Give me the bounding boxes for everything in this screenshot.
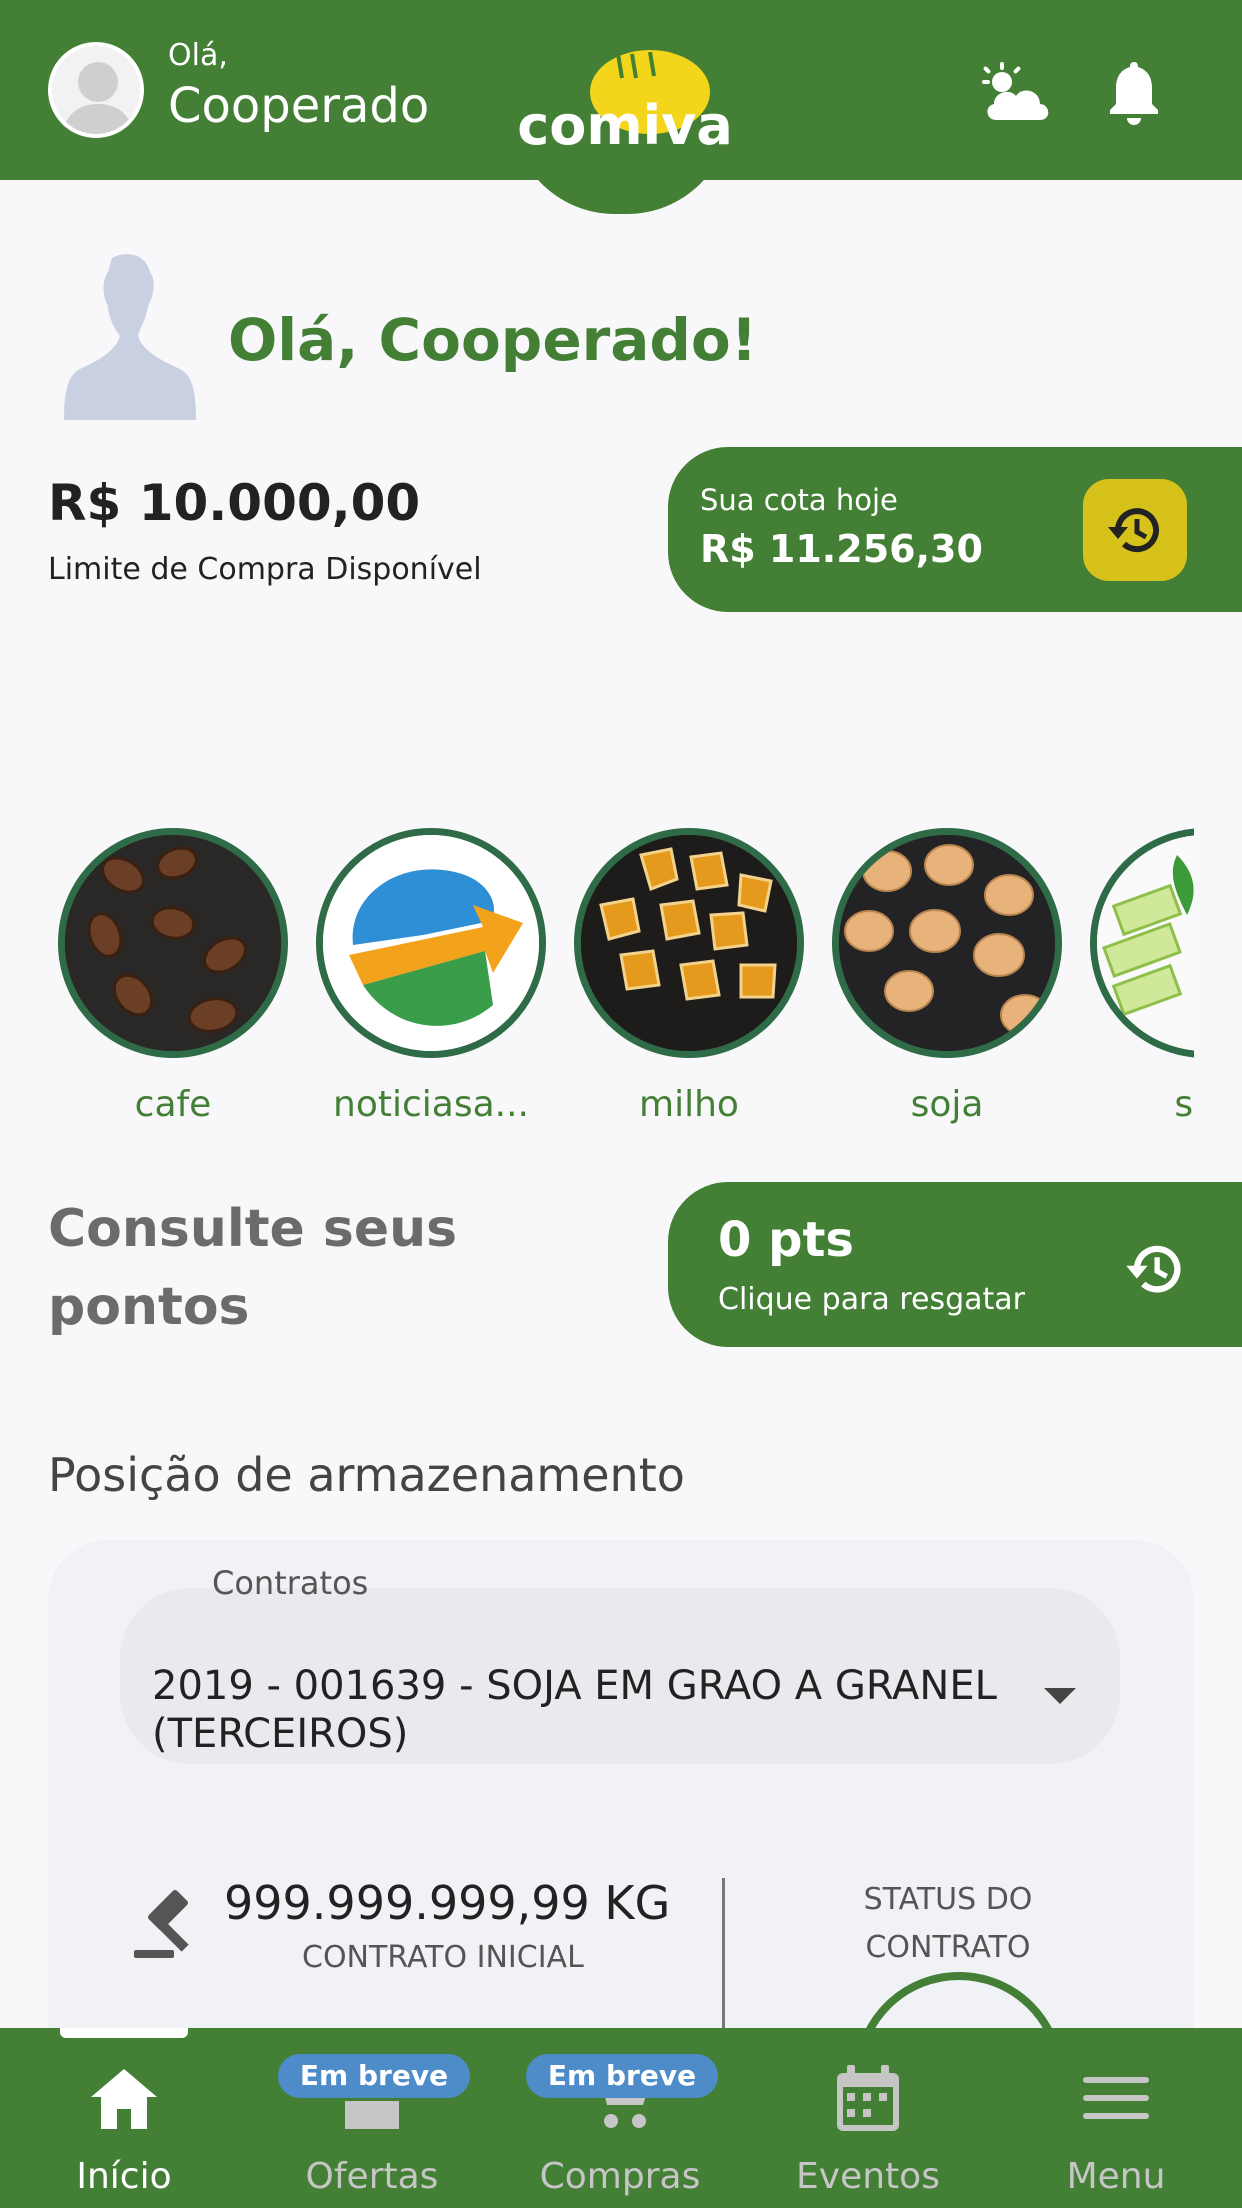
initial-contract-label: CONTRATO INICIAL: [302, 1940, 584, 1975]
points-card[interactable]: 0 pts Clique para resgatar: [668, 1182, 1242, 1347]
contract-select[interactable]: 2019 - 001639 - SOJA EM GRAO A GRANEL (T…: [120, 1588, 1120, 1764]
history-icon: [1108, 508, 1159, 553]
category-item-milho[interactable]: milho: [574, 828, 804, 1125]
nav-item-ofertas[interactable]: Ofertas Em breve: [248, 2054, 496, 2197]
nav-label: Início: [76, 2156, 172, 2197]
quota-value: R$ 11.256,30: [700, 527, 983, 571]
points-title: Consulte seus pontos: [48, 1199, 458, 1337]
history-icon[interactable]: [1122, 1236, 1188, 1302]
greeting-name: Cooperado: [168, 78, 430, 134]
nav-item-menu[interactable]: Menu: [992, 2058, 1240, 2197]
points-redeem-label: Clique para resgatar: [718, 1282, 1026, 1317]
menu-icon: [1083, 2077, 1149, 2119]
nav-item-eventos[interactable]: Eventos: [744, 2058, 992, 2197]
svg-text:comiva: comiva: [517, 94, 733, 156]
category-item-cafe[interactable]: cafe: [58, 828, 288, 1125]
hello-title: Olá, Cooperado!: [228, 306, 758, 374]
contract-selected-value: 2019 - 001639 - SOJA EM GRAO A GRANEL (T…: [152, 1663, 997, 1757]
nav-item-compras[interactable]: Compras Em breve: [496, 2054, 744, 2197]
points-value: 0 pts: [718, 1212, 854, 1268]
coming-soon-badge: Em breve: [278, 2054, 470, 2098]
bottom-navigation: Início Ofertas Em breve Compras Em breve: [0, 2028, 1242, 2208]
calendar-icon: [837, 2065, 899, 2131]
purchase-limit-value: R$ 10.000,00: [48, 474, 421, 532]
storage-title: Posição de armazenamento: [48, 1448, 685, 1502]
category-item-noticias[interactable]: noticiasa...: [316, 828, 546, 1125]
category-label: soja: [910, 1084, 984, 1125]
initial-contract-quantity: 999.999.999,99 KG: [224, 1876, 671, 1930]
category-image-coffee: [58, 828, 288, 1058]
avatar-icon: [62, 62, 134, 134]
category-item-soja[interactable]: soja: [832, 828, 1062, 1125]
coming-soon-badge: Em breve: [526, 2054, 718, 2098]
category-image-sugarcane: [1090, 828, 1194, 1058]
quota-label: Sua cota hoje: [700, 483, 898, 517]
profile-silhouette-icon: [64, 254, 196, 420]
nav-label: Ofertas: [305, 2156, 439, 2197]
greeting-small: Olá,: [168, 38, 228, 73]
quota-history-button[interactable]: [1083, 479, 1187, 581]
home-icon: [91, 2069, 157, 2129]
chevron-down-icon: [1044, 1688, 1076, 1704]
comiva-logo[interactable]: comiva: [500, 44, 750, 156]
category-image-news: [316, 828, 546, 1058]
nav-label: Compras: [539, 2156, 701, 2197]
category-item-suc[interactable]: suc: [1090, 828, 1194, 1125]
nav-label: Eventos: [796, 2156, 940, 2197]
category-label: noticiasa...: [333, 1084, 529, 1125]
category-label: milho: [639, 1084, 739, 1125]
purchase-limit-label: Limite de Compra Disponível: [48, 552, 482, 587]
active-tab-indicator: [60, 2028, 188, 2038]
contract-status-label: STATUS DO CONTRATO: [863, 1882, 1033, 1965]
category-label: cafe: [134, 1084, 212, 1125]
category-image-soy: [832, 828, 1062, 1058]
nav-label: Menu: [1066, 2156, 1166, 2197]
contracts-label: Contratos: [212, 1564, 369, 1602]
quota-card[interactable]: Sua cota hoje R$ 11.256,30: [668, 447, 1242, 612]
category-carousel[interactable]: cafe noticiasa... milho soja s: [0, 820, 1194, 1150]
weather-icon[interactable]: [974, 58, 1054, 128]
bell-icon[interactable]: [1104, 58, 1164, 128]
category-image-corn: [574, 828, 804, 1058]
avatar[interactable]: [48, 42, 144, 138]
nav-item-inicio[interactable]: Início: [0, 2058, 248, 2197]
gavel-icon: [134, 1890, 189, 1958]
category-label: suc: [1174, 1084, 1194, 1125]
